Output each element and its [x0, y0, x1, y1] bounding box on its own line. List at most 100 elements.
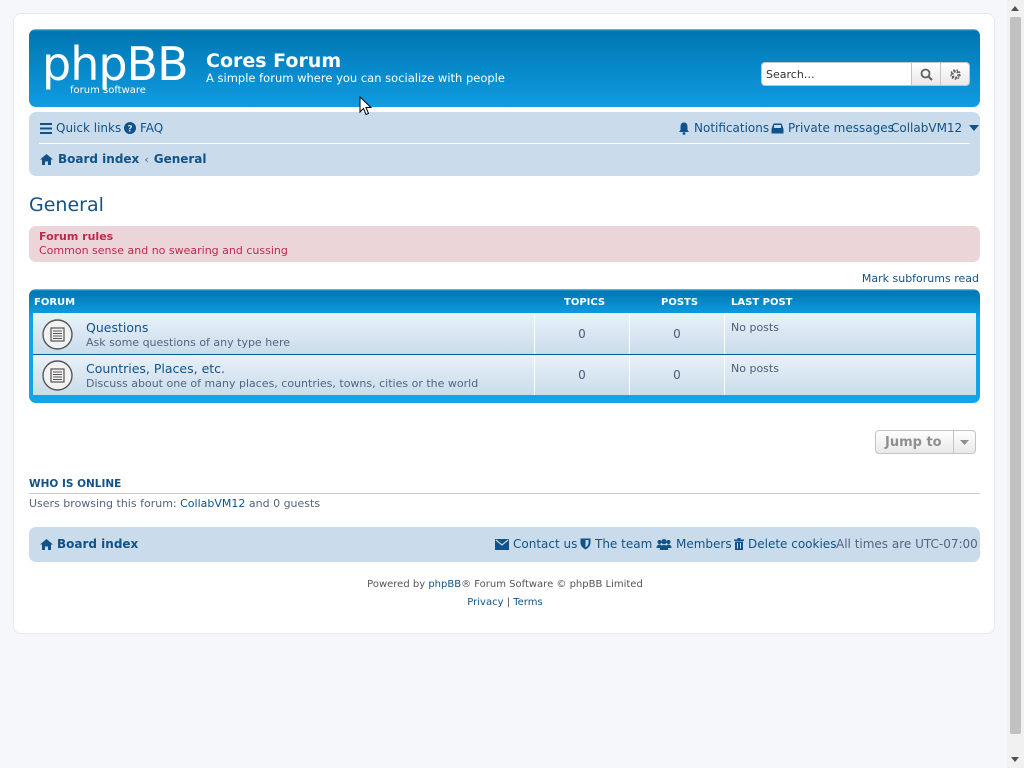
advanced-search-button[interactable]: [941, 62, 970, 86]
svg-text:forum software: forum software: [70, 85, 146, 96]
phpbb-link[interactable]: phpBB: [428, 579, 461, 590]
jump-to-label: Jump to: [885, 434, 942, 450]
search-form: [761, 62, 970, 86]
forum-read-icon: [42, 319, 73, 350]
timezone-text: All times are UTC-07:00: [836, 537, 978, 551]
contact-us-label: Contact us: [513, 537, 578, 551]
breadcrumb: Board index ‹ General: [40, 152, 207, 166]
faq-link[interactable]: ? FAQ: [124, 121, 163, 135]
page-wrapper: phpBB forum software Cores Forum A simpl…: [13, 13, 995, 634]
site-description: A simple forum where you can socialize w…: [206, 71, 505, 85]
bell-icon: [679, 122, 689, 135]
forum-rules-text: Common sense and no swearing and cussing: [39, 244, 288, 257]
caret-down-icon: [969, 125, 980, 131]
legal-separator: |: [503, 597, 514, 608]
the-team-link[interactable]: The team: [580, 537, 652, 551]
private-messages-link[interactable]: Private messages: [771, 121, 894, 135]
question-circle-icon: ?: [124, 122, 136, 134]
forum-posts-count: 0: [629, 355, 724, 395]
svg-text:phpBB: phpBB: [42, 40, 188, 91]
footer-board-index-label: Board index: [57, 537, 139, 551]
search-icon: [920, 68, 933, 81]
online-user-link[interactable]: CollabVM12: [180, 497, 245, 510]
svg-text:?: ?: [127, 125, 132, 135]
search-button[interactable]: [912, 62, 941, 86]
username-label: CollabVM12: [891, 121, 963, 135]
vertical-scrollbar[interactable]: [1007, 0, 1024, 768]
copyright: Powered by phpBB® Forum Software © phpBB…: [14, 576, 996, 612]
site-title[interactable]: Cores Forum: [206, 50, 341, 72]
user-menu[interactable]: CollabVM12: [891, 121, 980, 135]
shield-icon: [580, 538, 591, 550]
scrollbar-thumb[interactable]: [1010, 17, 1021, 734]
delete-cookies-link[interactable]: Delete cookies: [734, 537, 836, 551]
members-label: Members: [676, 537, 732, 551]
phpbb-logo[interactable]: phpBB forum software: [42, 40, 194, 96]
navbar: Quick links ? FAQ Notifications Private …: [29, 112, 980, 176]
terms-link[interactable]: Terms: [513, 597, 542, 608]
powered-prefix: Powered by: [367, 579, 429, 590]
users-icon: [656, 538, 672, 550]
faq-label: FAQ: [140, 121, 164, 135]
forum-last-post: No posts: [724, 355, 976, 395]
contact-us-link[interactable]: Contact us: [495, 537, 577, 551]
delete-cookies-label: Delete cookies: [748, 537, 837, 551]
mouse-cursor-icon: [359, 96, 373, 116]
quick-links-label: Quick links: [56, 121, 122, 135]
quick-links-menu[interactable]: Quick links: [40, 121, 121, 135]
online-suffix: and 0 guests: [245, 497, 321, 510]
gear-icon: [949, 68, 961, 80]
header-topics: Topics: [564, 297, 606, 308]
forum-posts-count: 0: [629, 314, 724, 354]
home-icon: [40, 538, 53, 550]
private-messages-label: Private messages: [788, 121, 894, 135]
caret-down-icon: [953, 431, 975, 453]
footer-navbar: Board index Contact us The team Members …: [29, 527, 980, 562]
privacy-link[interactable]: Privacy: [467, 597, 503, 608]
breadcrumb-general[interactable]: General: [154, 152, 207, 166]
forum-description: Discuss about one of many places, countr…: [86, 377, 479, 390]
forum-title-link[interactable]: Countries, Places, etc.: [86, 361, 225, 376]
forum-read-icon: [42, 360, 73, 391]
forum-table-header: Forum Topics Posts Last post: [33, 289, 976, 313]
forum-row: Countries, Places, etc. Discuss about on…: [33, 354, 976, 395]
forum-topics-count: 0: [534, 355, 629, 395]
mark-subforums-read-link[interactable]: Mark subforums read: [862, 272, 979, 285]
header-forum: Forum: [34, 297, 76, 308]
navbar-divider: [39, 143, 970, 144]
page-title[interactable]: General: [29, 194, 104, 216]
powered-suffix: ® Forum Software © phpBB Limited: [461, 579, 643, 590]
forum-last-post: No posts: [724, 314, 976, 354]
forum-description: Ask some questions of any type here: [86, 336, 290, 349]
forum-rules-box: Forum rules Common sense and no swearing…: [29, 226, 980, 262]
site-header: phpBB forum software Cores Forum A simpl…: [29, 29, 980, 107]
forum-rules-title: Forum rules: [39, 230, 114, 243]
notifications-link[interactable]: Notifications: [678, 121, 769, 135]
forum-row: Questions Ask some questions of any type…: [33, 313, 976, 354]
hamburger-icon: [40, 122, 52, 134]
scroll-up-arrow-icon[interactable]: [1011, 6, 1019, 11]
inbox-icon: [771, 123, 784, 133]
header-posts: Posts: [661, 297, 699, 308]
forum-topics-count: 0: [534, 314, 629, 354]
powered-by-line: Powered by phpBB® Forum Software © phpBB…: [14, 576, 996, 594]
envelope-icon: [495, 538, 509, 550]
who-is-online-heading: Who is online: [29, 478, 980, 494]
forum-table: Forum Topics Posts Last post Questions A…: [29, 289, 980, 403]
members-link[interactable]: Members: [656, 537, 732, 551]
scroll-down-arrow-icon[interactable]: [1011, 757, 1019, 762]
the-team-label: The team: [595, 537, 653, 551]
notifications-label: Notifications: [694, 121, 770, 135]
forum-title-link[interactable]: Questions: [86, 320, 148, 335]
header-last-post: Last post: [731, 297, 793, 308]
search-input[interactable]: [761, 62, 912, 86]
home-icon: [40, 153, 53, 165]
jump-to-dropdown[interactable]: Jump to: [875, 430, 976, 454]
online-prefix: Users browsing this forum:: [29, 497, 181, 510]
breadcrumb-separator-icon: ‹: [144, 152, 149, 166]
legal-links: Privacy | Terms: [14, 594, 996, 612]
breadcrumb-board-index[interactable]: Board index: [58, 152, 139, 166]
trash-icon: [734, 538, 744, 550]
who-is-online-text: Users browsing this forum: CollabVM12 an…: [29, 497, 320, 510]
footer-board-index-link[interactable]: Board index: [40, 537, 138, 551]
